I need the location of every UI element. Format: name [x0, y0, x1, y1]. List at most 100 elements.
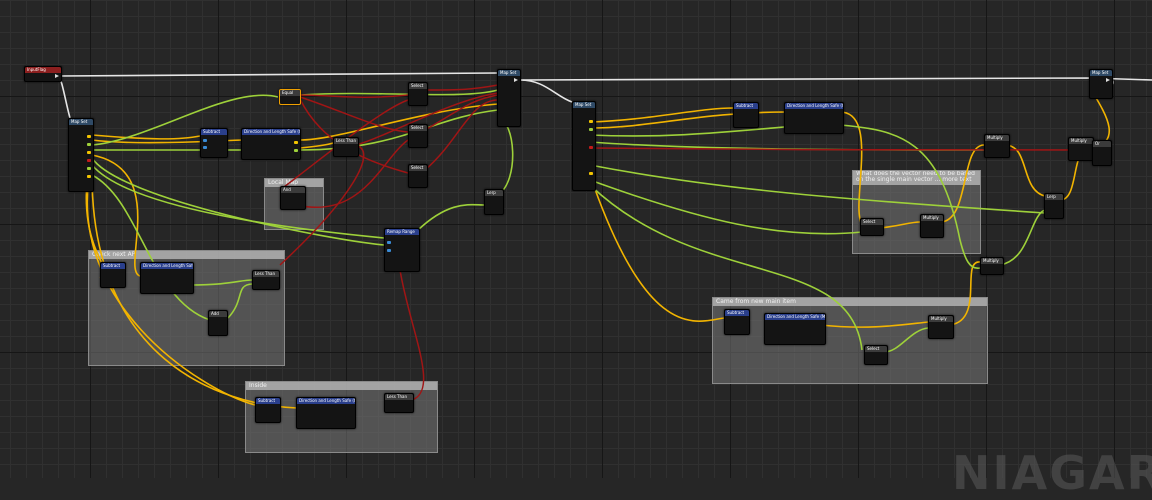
node-title: And [281, 187, 305, 193]
node-title: Less Than [253, 271, 279, 277]
vector-wire [883, 327, 929, 353]
float-wire [299, 103, 499, 141]
map-set-node[interactable]: Map Set [68, 118, 94, 192]
vector-wire [299, 89, 499, 96]
remap-range-node[interactable]: Remap Range [384, 228, 420, 272]
exec-wire [519, 77, 1152, 81]
or-node[interactable]: Or [1092, 140, 1112, 166]
bool-wire [424, 84, 499, 91]
data-pin-icon[interactable] [589, 128, 593, 131]
node-title: InputFlag [25, 67, 61, 73]
float-wire [819, 321, 929, 328]
vector-wire [189, 279, 253, 286]
map-set-node[interactable]: Map Set [497, 69, 521, 127]
float-wire [299, 142, 334, 149]
node-graph-canvas[interactable]: Local Map Check next AP Inside Came from… [0, 0, 1152, 496]
data-pin-icon[interactable] [87, 151, 91, 154]
float-wire [879, 221, 921, 229]
node-title: Select [409, 125, 427, 131]
direction-length-node[interactable]: Direction and Length Safe (Mil) [296, 397, 356, 429]
multiply-node[interactable]: Multiply [984, 134, 1010, 158]
node-title: Lerp [485, 190, 503, 196]
data-pin-icon[interactable] [87, 135, 91, 138]
data-pin-icon[interactable] [87, 159, 91, 162]
node-title: Lerp [1045, 194, 1063, 200]
node-title: Multiply [921, 215, 943, 221]
exec-pin-icon[interactable] [1106, 78, 1110, 82]
multiply-node[interactable]: Multiply [920, 214, 944, 238]
node-title: Direction and Length Safe (Mil) [765, 314, 825, 320]
map-set-node[interactable]: Map Set [572, 101, 596, 191]
direction-length-node[interactable]: Direction and Length Safe (Mil) [241, 128, 301, 160]
node-title: Subtract [256, 398, 280, 404]
subtract-node[interactable]: Subtract [255, 397, 281, 423]
lerp-node[interactable]: Lerp [484, 189, 504, 215]
data-pin-icon[interactable] [589, 172, 593, 175]
input-flag-node[interactable]: InputFlag [24, 66, 62, 82]
watermark-text: NIAGAR [952, 446, 1152, 500]
data-pin-icon[interactable] [589, 146, 593, 149]
data-pin-icon[interactable] [87, 175, 91, 178]
node-title: Subtract [734, 103, 758, 109]
select-node[interactable]: Select [864, 345, 888, 365]
multiply-node[interactable]: Multiply [980, 257, 1004, 275]
data-pin-icon[interactable] [87, 167, 91, 170]
data-pin-icon[interactable] [203, 139, 207, 142]
subtract-node[interactable]: Subtract [200, 128, 228, 158]
subtract-node[interactable]: Subtract [100, 262, 126, 288]
multiply-node[interactable]: Multiply [1068, 137, 1094, 161]
less-than-node[interactable]: Less Than [333, 137, 359, 157]
data-pin-icon[interactable] [387, 249, 391, 252]
float-wire [1004, 144, 1046, 197]
node-title: Direction and Length Safe (Mil) [297, 398, 355, 404]
bool-wire [299, 94, 409, 98]
vector-wire [227, 283, 253, 319]
node-title: Direction and Length Safe [141, 263, 193, 269]
subtract-node[interactable]: Subtract [724, 309, 750, 335]
node-title: Subtract [725, 310, 749, 316]
node-title: Multiply [1069, 138, 1093, 144]
less-than-node[interactable]: Less Than [252, 270, 280, 290]
node-title: Direction and Length Safe (Mil) [242, 129, 300, 135]
select-node[interactable]: Select [408, 82, 428, 106]
node-title: Direction and Length Safe (Mil) [785, 103, 843, 109]
data-pin-icon[interactable] [203, 146, 207, 149]
data-pin-icon[interactable] [387, 241, 391, 244]
multiply-node[interactable]: Multiply [928, 315, 954, 339]
bool-wire [299, 96, 409, 133]
lerp-node[interactable]: Lerp [1044, 193, 1064, 219]
direction-length-node[interactable]: Direction and Length Safe (Mil) [764, 313, 826, 345]
bool-wire [424, 99, 499, 171]
subtract-node[interactable]: Subtract [733, 102, 759, 128]
node-title: Remap Range [385, 229, 419, 235]
direction-length-node[interactable]: Direction and Length Safe (Mil) [784, 102, 844, 134]
node-title: Subtract [201, 129, 227, 135]
wire-layer [40, 72, 1152, 409]
node-title: Map Set [69, 119, 93, 125]
node-title: Add [209, 311, 227, 317]
equal-node[interactable]: Equal [279, 89, 301, 105]
direction-length-node[interactable]: Direction and Length Safe [140, 262, 194, 294]
data-pin-icon[interactable] [294, 141, 298, 144]
node-title: Less Than [334, 138, 358, 144]
data-pin-icon[interactable] [87, 143, 91, 146]
select-node[interactable]: Select [408, 164, 428, 188]
float-wire [589, 174, 726, 322]
bool-wire [399, 269, 425, 401]
exec-wire [519, 79, 573, 103]
float-wire [589, 107, 734, 123]
vector-wire [589, 164, 1046, 214]
select-node[interactable]: Select [860, 218, 884, 236]
node-title: Select [409, 83, 427, 89]
map-set-node[interactable]: Map Set [1089, 69, 1113, 99]
vector-wire [999, 209, 1046, 266]
exec-pin-icon[interactable] [55, 74, 59, 78]
data-pin-icon[interactable] [589, 120, 593, 123]
data-pin-icon[interactable] [294, 149, 298, 152]
exec-wire [57, 75, 71, 119]
select-node[interactable]: Select [408, 124, 428, 148]
local-map-node[interactable]: And [280, 186, 306, 210]
exec-pin-icon[interactable] [514, 78, 518, 82]
less-than-node[interactable]: Less Than [384, 393, 414, 413]
add-node[interactable]: Add [208, 310, 228, 336]
